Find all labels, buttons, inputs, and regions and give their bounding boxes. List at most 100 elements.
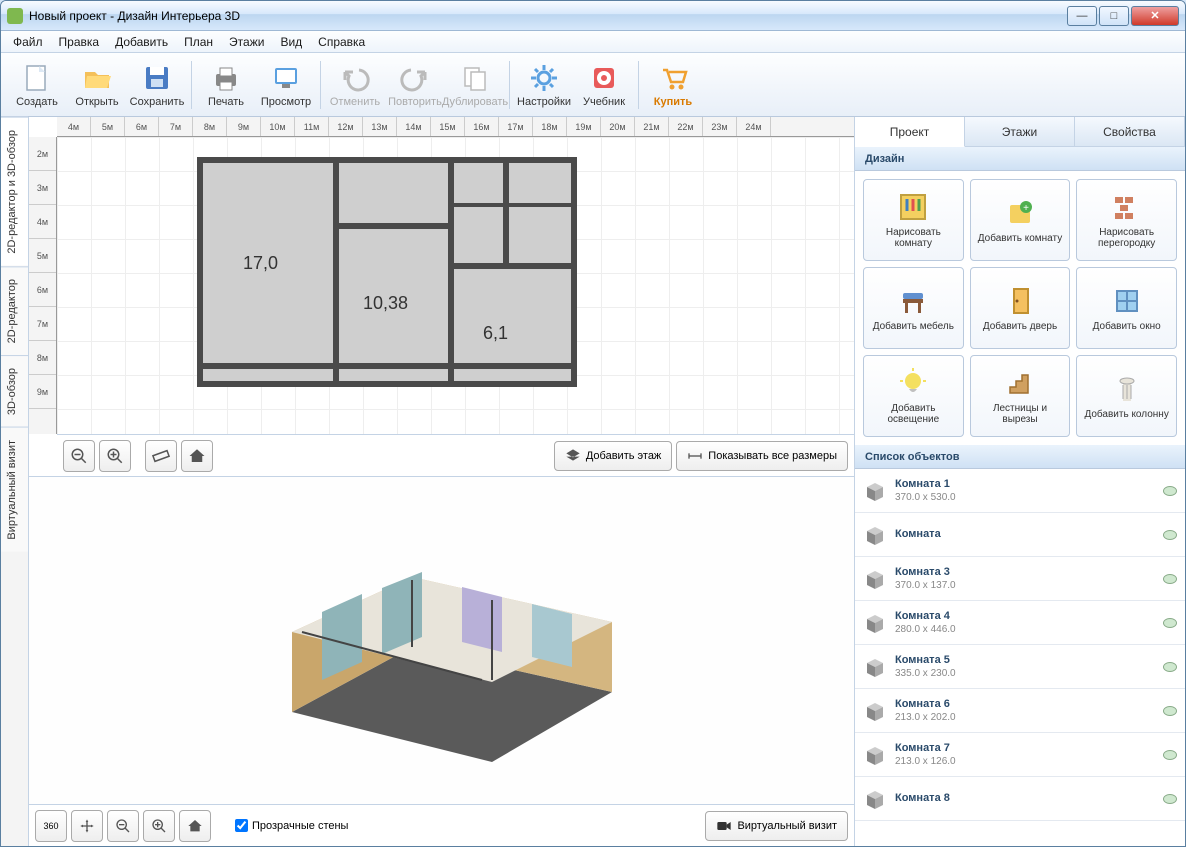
vtab-virtual[interactable]: Виртуальный визит — [1, 427, 28, 552]
design-icon — [1111, 285, 1143, 317]
visibility-icon[interactable] — [1163, 574, 1177, 584]
2d-view[interactable]: 4м5м6м7м8м9м10м11м12м13м14м15м16м17м18м1… — [29, 117, 854, 477]
design-section-header: Дизайн — [855, 147, 1185, 171]
menu-plan[interactable]: План — [176, 33, 221, 51]
preview-button[interactable]: Просмотр — [256, 56, 316, 114]
menu-add[interactable]: Добавить — [107, 33, 176, 51]
cube-icon — [863, 525, 887, 545]
design-cell-4[interactable]: Добавить дверь — [970, 267, 1071, 349]
design-cell-0[interactable]: Нарисовать комнату — [863, 179, 964, 261]
design-icon — [897, 285, 929, 317]
visibility-icon[interactable] — [1163, 530, 1177, 540]
design-icon — [1004, 285, 1036, 317]
orbit-button[interactable]: 360 — [35, 810, 67, 842]
object-item[interactable]: Комната 6213.0 x 202.0 — [855, 689, 1185, 733]
object-item[interactable]: Комната 8 — [855, 777, 1185, 821]
room-label: 10,38 — [363, 293, 408, 314]
reset-view-button[interactable] — [179, 810, 211, 842]
redo-button: Повторить — [385, 56, 445, 114]
vtab-3d[interactable]: 3D-обзор — [1, 355, 28, 427]
design-cell-1[interactable]: +Добавить комнату — [970, 179, 1071, 261]
app-window: Новый проект - Дизайн Интерьера 3D — □ ✕… — [0, 0, 1186, 847]
create-icon — [21, 62, 53, 94]
redo-icon — [399, 62, 431, 94]
3d-view[interactable]: 360 Прозрачные стены Виртуальный визит — [29, 477, 854, 846]
zoom-in-3d-button[interactable] — [143, 810, 175, 842]
tutorial-icon — [588, 62, 620, 94]
maximize-button[interactable]: □ — [1099, 6, 1129, 26]
visibility-icon[interactable] — [1163, 486, 1177, 496]
design-cell-3[interactable]: Добавить мебель — [863, 267, 964, 349]
design-icon: + — [1004, 197, 1036, 229]
create-button[interactable]: Создать — [7, 56, 67, 114]
settings-icon — [528, 62, 560, 94]
design-cell-2[interactable]: Нарисовать перегородку — [1076, 179, 1177, 261]
2d-canvas: 17,0 10,38 6,1 — [57, 137, 854, 434]
object-item[interactable]: Комната 7213.0 x 126.0 — [855, 733, 1185, 777]
ruler-vertical: 2м3м4м5м6м7м8м9м — [29, 137, 57, 434]
open-icon — [81, 62, 113, 94]
vtab-2d[interactable]: 2D-редактор — [1, 266, 28, 355]
2d-toolbar: Добавить этаж Показывать все размеры — [57, 434, 854, 476]
toolbar: СоздатьОткрытьСохранитьПечатьПросмотрОтм… — [1, 53, 1185, 117]
settings-button[interactable]: Настройки — [514, 56, 574, 114]
object-list: Комната 1370.0 x 530.0КомнатаКомната 337… — [855, 469, 1185, 846]
add-floor-button[interactable]: Добавить этаж — [554, 441, 672, 471]
pan-button[interactable] — [71, 810, 103, 842]
visibility-icon[interactable] — [1163, 750, 1177, 760]
duplicate-icon — [459, 62, 491, 94]
menu-view[interactable]: Вид — [272, 33, 310, 51]
undo-icon — [339, 62, 371, 94]
tutorial-button[interactable]: Учебник — [574, 56, 634, 114]
zoom-out-3d-button[interactable] — [107, 810, 139, 842]
objects-section-header: Список объектов — [855, 445, 1185, 469]
window-title: Новый проект - Дизайн Интерьера 3D — [29, 9, 1067, 23]
zoom-in-button[interactable] — [99, 440, 131, 472]
object-item[interactable]: Комната 4280.0 x 446.0 — [855, 601, 1185, 645]
object-item[interactable]: Комната 1370.0 x 530.0 — [855, 469, 1185, 513]
right-panel-tabs: Проект Этажи Свойства — [855, 117, 1185, 147]
duplicate-button: Дублировать — [445, 56, 505, 114]
tab-project[interactable]: Проект — [855, 117, 965, 147]
object-item[interactable]: Комната — [855, 513, 1185, 557]
object-item[interactable]: Комната 3370.0 x 137.0 — [855, 557, 1185, 601]
home-button[interactable] — [181, 440, 213, 472]
save-button[interactable]: Сохранить — [127, 56, 187, 114]
menu-floors[interactable]: Этажи — [221, 33, 272, 51]
visibility-icon[interactable] — [1163, 618, 1177, 628]
room-label: 17,0 — [243, 253, 278, 274]
visibility-icon[interactable] — [1163, 794, 1177, 804]
floorplan: 17,0 10,38 6,1 — [197, 157, 577, 387]
vtab-2d-3d[interactable]: 2D-редактор и 3D-обзор — [1, 117, 28, 266]
visibility-icon[interactable] — [1163, 706, 1177, 716]
design-cell-8[interactable]: Добавить колонну — [1076, 355, 1177, 437]
ruler-button[interactable] — [145, 440, 177, 472]
menu-file[interactable]: Файл — [5, 33, 51, 51]
preview-icon — [270, 62, 302, 94]
cube-icon — [863, 789, 887, 809]
show-dimensions-button[interactable]: Показывать все размеры — [676, 441, 848, 471]
buy-button[interactable]: Купить — [643, 56, 703, 114]
design-cell-7[interactable]: Лестницы и вырезы — [970, 355, 1071, 437]
print-icon — [210, 62, 242, 94]
menu-edit[interactable]: Правка — [51, 33, 108, 51]
zoom-out-button[interactable] — [63, 440, 95, 472]
design-cell-5[interactable]: Добавить окно — [1076, 267, 1177, 349]
design-cell-6[interactable]: Добавить освещение — [863, 355, 964, 437]
tab-floors[interactable]: Этажи — [965, 117, 1075, 146]
print-button[interactable]: Печать — [196, 56, 256, 114]
tab-properties[interactable]: Свойства — [1075, 117, 1185, 146]
open-button[interactable]: Открыть — [67, 56, 127, 114]
3d-model — [232, 532, 652, 792]
object-item[interactable]: Комната 5335.0 x 230.0 — [855, 645, 1185, 689]
transparent-walls-checkbox[interactable]: Прозрачные стены — [235, 819, 348, 832]
menu-help[interactable]: Справка — [310, 33, 373, 51]
close-button[interactable]: ✕ — [1131, 6, 1179, 26]
virtual-visit-button[interactable]: Виртуальный визит — [705, 811, 848, 841]
titlebar: Новый проект - Дизайн Интерьера 3D — □ ✕ — [1, 1, 1185, 31]
visibility-icon[interactable] — [1163, 662, 1177, 672]
minimize-button[interactable]: — — [1067, 6, 1097, 26]
room-label: 6,1 — [483, 323, 508, 344]
design-icon — [897, 367, 929, 399]
cube-icon — [863, 745, 887, 765]
